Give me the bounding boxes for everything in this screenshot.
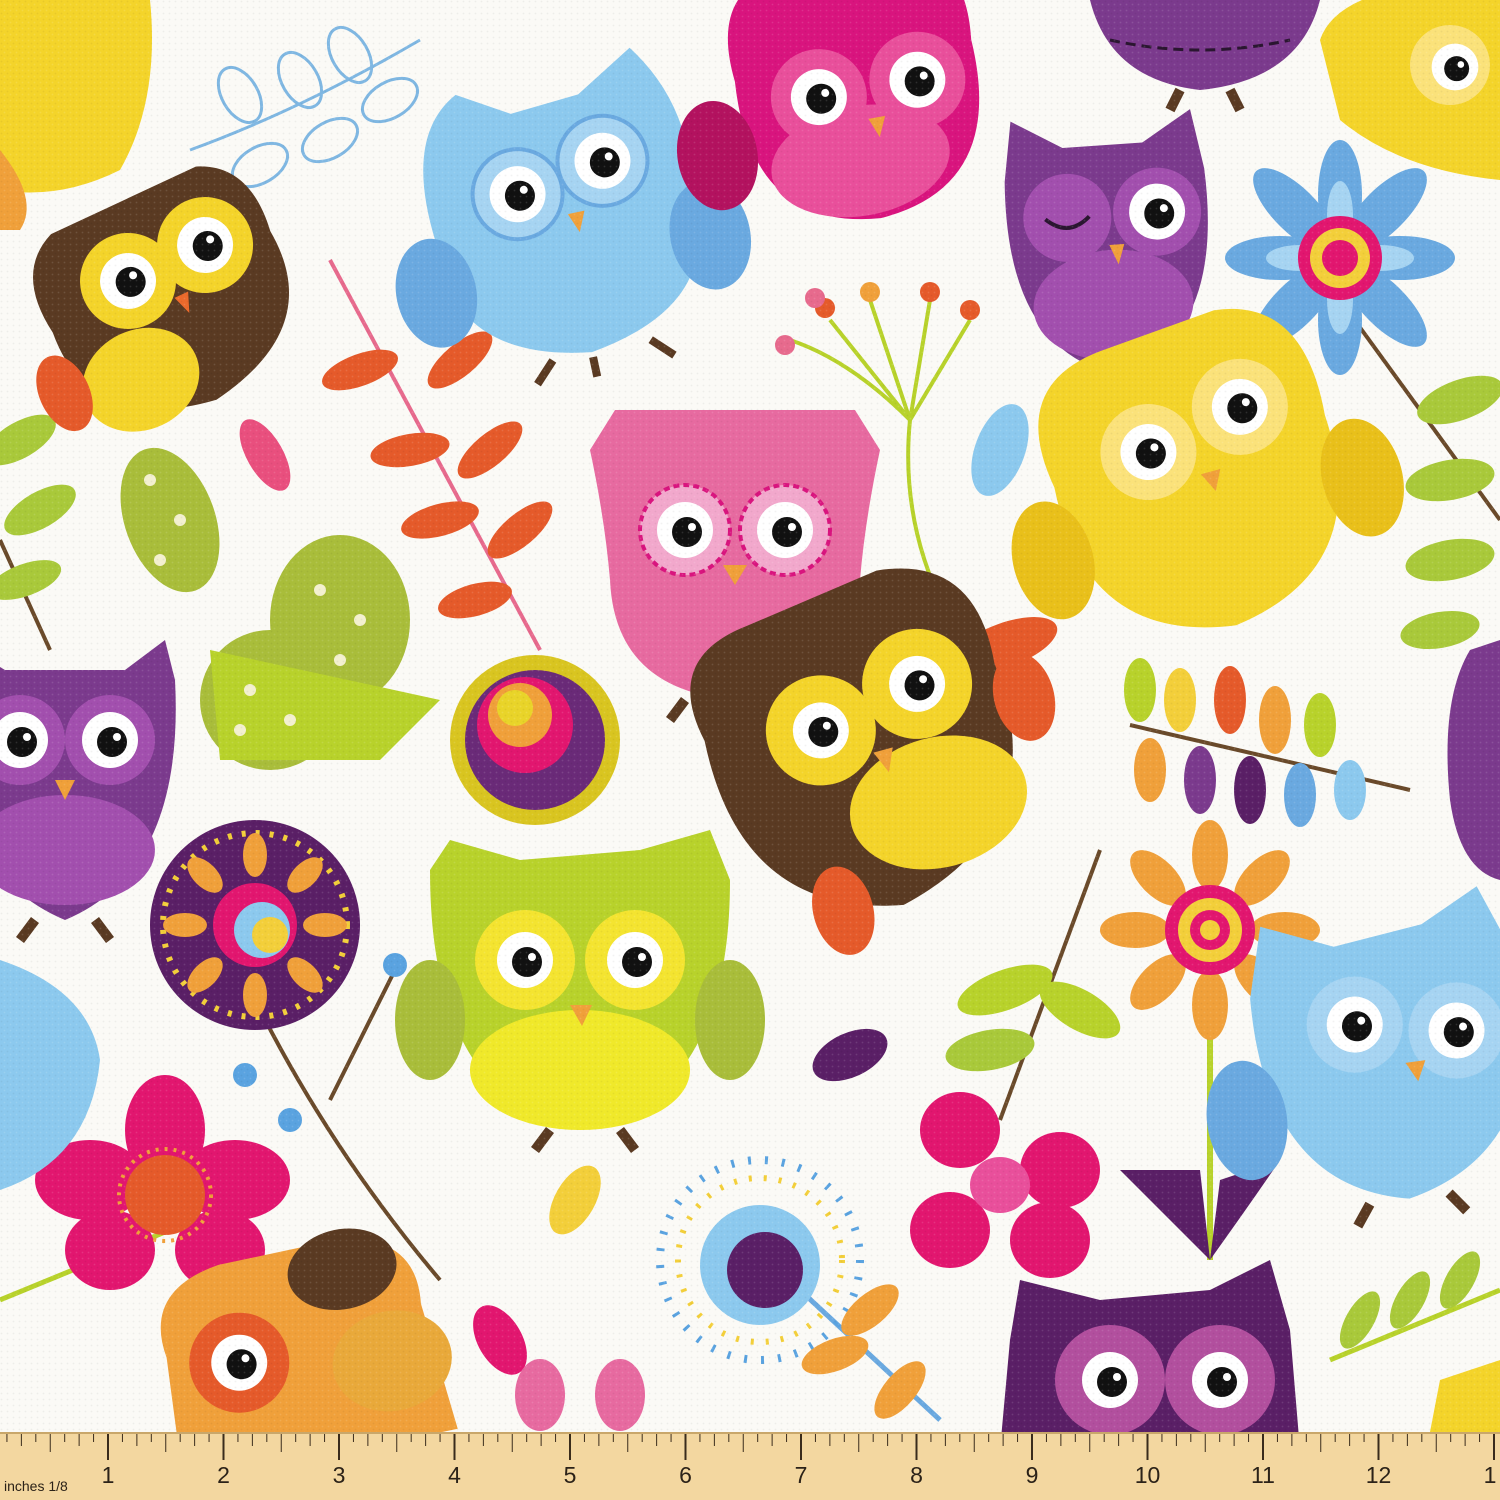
ruler-number: 1 [1483,1462,1497,1488]
fabric-print-preview: 1 2 3 4 5 6 7 8 9 10 11 12 1 inches 1/8 [0,0,1500,1500]
ruler-number: 8 [910,1462,923,1488]
ruler-number: 6 [679,1462,692,1488]
ruler-number: 4 [448,1462,461,1488]
ruler-number: 5 [563,1462,577,1488]
ruler-number: 7 [794,1462,808,1488]
ruler-number: 3 [332,1462,346,1488]
ruler-number: 9 [1025,1462,1039,1488]
ruler-number: 2 [217,1462,230,1488]
owl-pattern-artwork [0,0,1500,1432]
measurement-ruler: 1 2 3 4 5 6 7 8 9 10 11 12 1 inches 1/8 [0,1432,1500,1500]
ruler-number: 1 [101,1462,115,1488]
ruler-number: 12 [1365,1462,1392,1488]
ruler-unit-label: inches 1/8 [4,1478,68,1494]
ruler-number: 11 [1251,1462,1275,1488]
ruler-number: 10 [1134,1462,1161,1488]
